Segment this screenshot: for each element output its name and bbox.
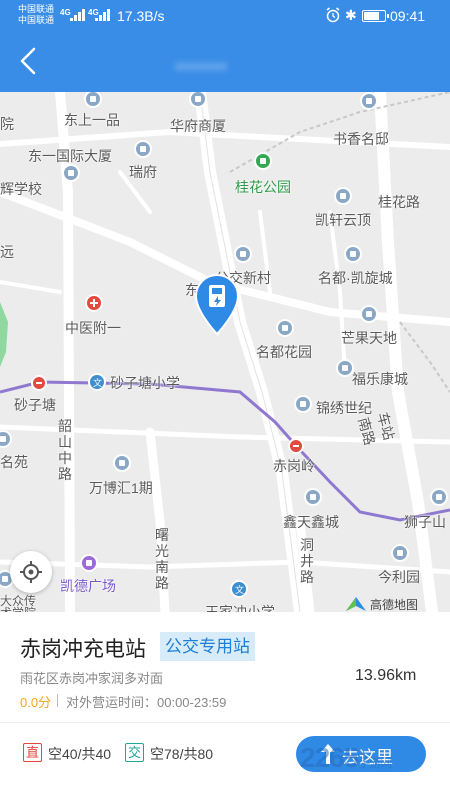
poi-marker[interactable] [276,319,294,337]
poi-marker[interactable] [360,305,378,323]
station-name: 赤岗冲充电站 [20,638,146,661]
park-icon[interactable] [254,152,272,170]
carrier-labels: 中国联通 中国联通 [18,4,54,26]
map-label: 中医附一 [65,320,121,336]
map-label: 鑫天鑫城 [283,514,339,530]
map-label: 书香名邸 [333,131,389,147]
map-label: 洞井路 [300,537,314,585]
header-bar: 中国联通 中国联通 4G 4G 17.3B/s ✱ 09:41 xxxxxxxx [0,0,450,92]
mall-icon[interactable] [80,554,98,572]
map-label: 韶山中路 [58,418,72,482]
alarm-icon [326,7,340,23]
divider [57,694,58,707]
carrier-1: 中国联通 [18,4,55,14]
map-label: 桂花路 [378,194,420,210]
map-label: 砂子塘 [14,397,56,413]
map-label: 芒果天地 [341,330,397,346]
watermark-text: 2265 [300,742,359,773]
map-label: 砂子塘小学 [110,375,180,391]
hospital-icon[interactable] [85,294,103,312]
metro-station-icon[interactable] [288,438,304,454]
amap-logo-icon [346,597,366,611]
signal-icon [95,9,115,21]
status-bar: 中国联通 中国联通 4G 4G 17.3B/s ✱ 09:41 [0,0,450,32]
map-label: 今利园 [378,569,420,585]
signal-icon [70,9,90,21]
page-title: xxxxxxxx [175,58,227,73]
dc-availability: 空40/共40 [48,746,112,762]
poi-marker[interactable] [304,488,322,506]
amap-logo: 高德地图 [345,595,418,612]
divider [0,722,450,723]
crosshair-icon [20,561,42,583]
dc-charger-badge: 直 [23,743,42,762]
station-type-tag: 公交专用站 [160,632,255,661]
map-label: 华府商厦 [170,118,226,134]
poi-marker[interactable] [430,488,448,506]
station-rating: 0.0分 [20,695,52,710]
map-label: 桂花公园 [235,179,291,195]
locate-me-button[interactable] [10,551,52,593]
poi-marker[interactable] [294,395,312,413]
map-label: 院 [0,116,14,132]
map-label: 东一国际大厦 [28,148,112,164]
map-view[interactable]: 院 东上一品 华府商厦 书香名邸 东一国际大厦 瑞府 桂花公园 辉学校 桂花路 … [0,92,450,612]
map-label: 狮子山 [404,514,446,530]
map-label: 瑞府 [129,164,157,180]
map-label: 名苑 [0,454,28,470]
poi-marker[interactable] [234,245,252,263]
back-button[interactable] [14,45,44,77]
map-label: 王家冲小学 [205,604,275,612]
amap-logo-text: 高德地图 [370,597,419,612]
carrier-2: 中国联通 [18,15,55,25]
map-label: 名都·凯旋城 [318,270,393,286]
poi-marker[interactable] [62,164,80,182]
ac-charger-badge: 交 [125,743,144,762]
map-label: 远 [0,244,14,260]
battery-icon [362,10,389,22]
charging-station-pin[interactable] [194,274,240,336]
school-icon[interactable] [88,373,106,391]
station-address: 雨花区赤岗冲家润多对面 [20,671,164,686]
map-label: 万博汇1期 [89,480,153,496]
watermark-suffix: 手游网 [358,756,392,770]
poi-marker[interactable] [334,187,352,205]
status-time: 09:41 [390,8,426,24]
ac-availability: 空78/共80 [150,746,214,762]
poi-marker[interactable] [344,245,362,263]
poi-marker[interactable] [360,92,378,110]
metro-station-icon[interactable] [31,375,47,391]
map-label: 曙光南路 [155,527,169,591]
map-label: 名都花园 [256,344,312,360]
map-label: 东上一品 [64,112,120,128]
map-label: 凯德广场 [60,578,116,594]
map-label: 凯轩云顶 [315,212,371,228]
operating-hours: 对外营运时间：00:00-23:59 [66,695,227,710]
map-label: 术学院 [0,604,36,612]
map-label: 辉学校 [0,181,42,197]
school-icon[interactable] [230,580,248,598]
bluetooth-icon: ✱ [345,7,357,23]
map-label: 赤岗岭 [273,458,315,474]
map-label: 福乐康城 [352,371,408,387]
station-distance: 13.96km [355,667,417,684]
poi-marker[interactable] [391,544,409,562]
watermark: 2265手游网 [300,742,392,774]
map-label: 锦绣世纪 [316,400,372,416]
poi-marker[interactable] [113,454,131,472]
network-speed: 17.3B/s [117,8,165,24]
poi-marker[interactable] [134,140,152,158]
